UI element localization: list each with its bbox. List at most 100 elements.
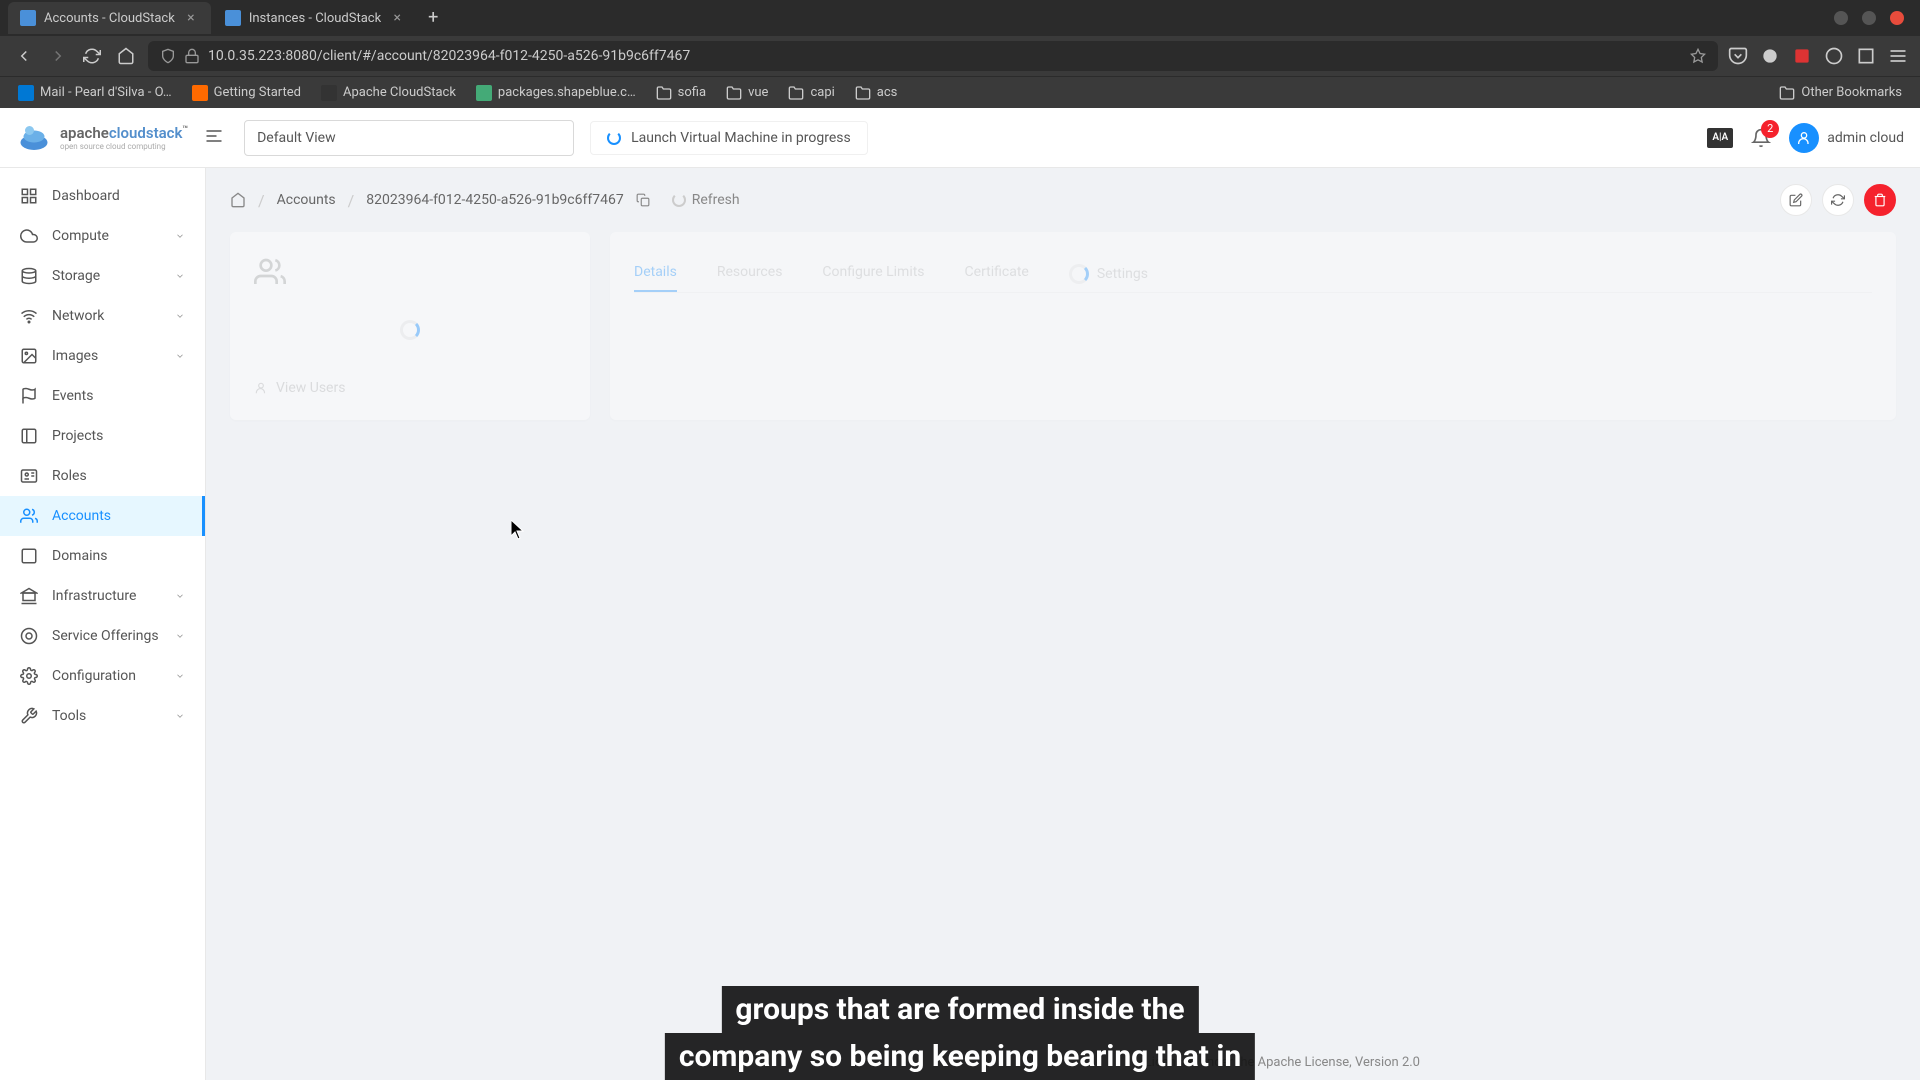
tab-resources[interactable]: Resources [717, 256, 783, 292]
sidebar-collapse-button[interactable] [204, 126, 228, 150]
team-icon [20, 507, 38, 525]
new-tab-button[interactable]: + [419, 4, 447, 32]
sidebar-item-projects[interactable]: Projects [0, 416, 205, 456]
app-root: apachecloudstack™ open source cloud comp… [0, 108, 1920, 1080]
tab-certificate[interactable]: Certificate [965, 256, 1029, 292]
header-right: A|A 2 admin cloud [1707, 123, 1904, 153]
user-menu[interactable]: admin cloud [1789, 123, 1904, 153]
flag-icon [20, 387, 38, 405]
sync-button[interactable] [1822, 184, 1854, 216]
app-body: DashboardCompute Storage NetworkImages Even… [0, 168, 1920, 1080]
browser-toolbar: 10.0.35.223:8080/client/#/account/820239… [0, 36, 1920, 76]
reload-button[interactable] [80, 44, 104, 68]
tab-details[interactable]: Details [634, 256, 677, 292]
chevron-down-icon [175, 311, 185, 321]
bookmark-packages[interactable]: packages.shapeblue.c… [470, 81, 642, 105]
progress-notification: Launch Virtual Machine in progress [590, 121, 868, 155]
action-buttons [1780, 184, 1896, 216]
language-toggle[interactable]: A|A [1707, 128, 1733, 148]
bookmark-folder-sofia[interactable]: sofia [650, 81, 712, 105]
home-button[interactable] [114, 44, 138, 68]
maximize-button[interactable] [1862, 11, 1876, 25]
bookmark-getting-started[interactable]: Getting Started [186, 81, 307, 105]
sidebar-item-network[interactable]: Network [0, 296, 205, 336]
notifications-button[interactable]: 2 [1751, 128, 1771, 148]
tab-favicon [20, 10, 36, 26]
sidebar-item-label: Domains [52, 548, 185, 564]
bookmark-mail[interactable]: Mail - Pearl d'Silva - O… [12, 81, 178, 105]
copy-icon[interactable] [636, 193, 650, 207]
url-bar[interactable]: 10.0.35.223:8080/client/#/account/820239… [148, 41, 1718, 71]
extension-icon[interactable] [1760, 46, 1780, 66]
bookmark-apache-cloudstack[interactable]: Apache CloudStack [315, 81, 462, 105]
tab-title: Accounts - CloudStack [44, 11, 175, 26]
chevron-down-icon [175, 711, 185, 721]
shield-icon [160, 48, 176, 64]
chevron-down-icon [175, 231, 185, 241]
sidebar-item-label: Infrastructure [52, 588, 161, 604]
breadcrumb-account-id[interactable]: 82023964-f012-4250-a526-91b9c6ff7467 [366, 192, 623, 208]
bookmark-folder-acs[interactable]: acs [849, 81, 904, 105]
logo-text: apachecloudstack™ [60, 124, 188, 142]
bookmark-folder-capi[interactable]: capi [782, 81, 840, 105]
close-icon[interactable]: × [183, 10, 199, 26]
tab-favicon [225, 10, 241, 26]
user-icon [254, 381, 268, 395]
sidebar-item-tools[interactable]: Tools [0, 696, 205, 736]
notification-count-badge: 2 [1761, 120, 1779, 138]
tool-icon [20, 707, 38, 725]
bookmark-folder-vue[interactable]: vue [720, 81, 774, 105]
delete-button[interactable] [1864, 184, 1896, 216]
extension-icon[interactable] [1824, 46, 1844, 66]
sidebar-item-domains[interactable]: Domains [0, 536, 205, 576]
breadcrumb-accounts[interactable]: Accounts [277, 192, 336, 208]
logo-subtitle: open source cloud computing [60, 142, 188, 151]
wifi-icon [20, 307, 38, 325]
toolbar-right [1728, 46, 1908, 66]
sidebar-item-images[interactable]: Images [0, 336, 205, 376]
edit-button[interactable] [1780, 184, 1812, 216]
browser-tab-instances[interactable]: Instances - CloudStack × [213, 2, 417, 34]
menu-icon[interactable] [1888, 46, 1908, 66]
sidebar-item-label: Roles [52, 468, 185, 484]
sidebar-item-service-offerings[interactable]: Service Offerings [0, 616, 205, 656]
home-icon[interactable] [230, 192, 246, 208]
back-button[interactable] [12, 44, 36, 68]
refresh-button[interactable]: Refresh [662, 188, 750, 212]
sidebar-item-dashboard[interactable]: Dashboard [0, 176, 205, 216]
view-users-link[interactable]: View Users [254, 380, 566, 396]
pocket-icon[interactable] [1728, 46, 1748, 66]
sidebar-item-label: Storage [52, 268, 161, 284]
minimize-button[interactable] [1834, 11, 1848, 25]
sidebar-item-compute[interactable]: Compute [0, 216, 205, 256]
sidebar-item-events[interactable]: Events [0, 376, 205, 416]
window-close-button[interactable] [1890, 11, 1904, 25]
forward-button[interactable] [46, 44, 70, 68]
extension-icon[interactable] [1792, 46, 1812, 66]
view-selector[interactable]: Default View [244, 120, 574, 156]
chevron-down-icon [175, 351, 185, 361]
close-icon[interactable]: × [389, 10, 405, 26]
sidebar: DashboardCompute Storage NetworkImages Even… [0, 168, 206, 1080]
logo[interactable]: apachecloudstack™ open source cloud comp… [16, 120, 188, 156]
avatar [1789, 123, 1819, 153]
star-icon[interactable] [1690, 48, 1706, 64]
sidebar-item-configuration[interactable]: Configuration [0, 656, 205, 696]
sidebar-item-infrastructure[interactable]: Infrastructure [0, 576, 205, 616]
sidebar-item-accounts[interactable]: Accounts [0, 496, 205, 536]
sidebar-item-label: Tools [52, 708, 161, 724]
sidebar-item-label: Service Offerings [52, 628, 161, 644]
user-name: admin cloud [1827, 130, 1904, 146]
tab-settings[interactable]: Settings [1069, 256, 1148, 292]
sidebar-item-roles[interactable]: Roles [0, 456, 205, 496]
chevron-down-icon [175, 671, 185, 681]
dashboard-icon [20, 187, 38, 205]
browser-tab-accounts[interactable]: Accounts - CloudStack × [8, 2, 211, 34]
sidebar-item-label: Events [52, 388, 185, 404]
other-bookmarks[interactable]: Other Bookmarks [1773, 81, 1908, 105]
extension-icon[interactable] [1856, 46, 1876, 66]
sidebar-item-storage[interactable]: Storage [0, 256, 205, 296]
tab-configure-limits[interactable]: Configure Limits [822, 256, 924, 292]
cloud-icon [20, 227, 38, 245]
lock-icon [184, 48, 200, 64]
